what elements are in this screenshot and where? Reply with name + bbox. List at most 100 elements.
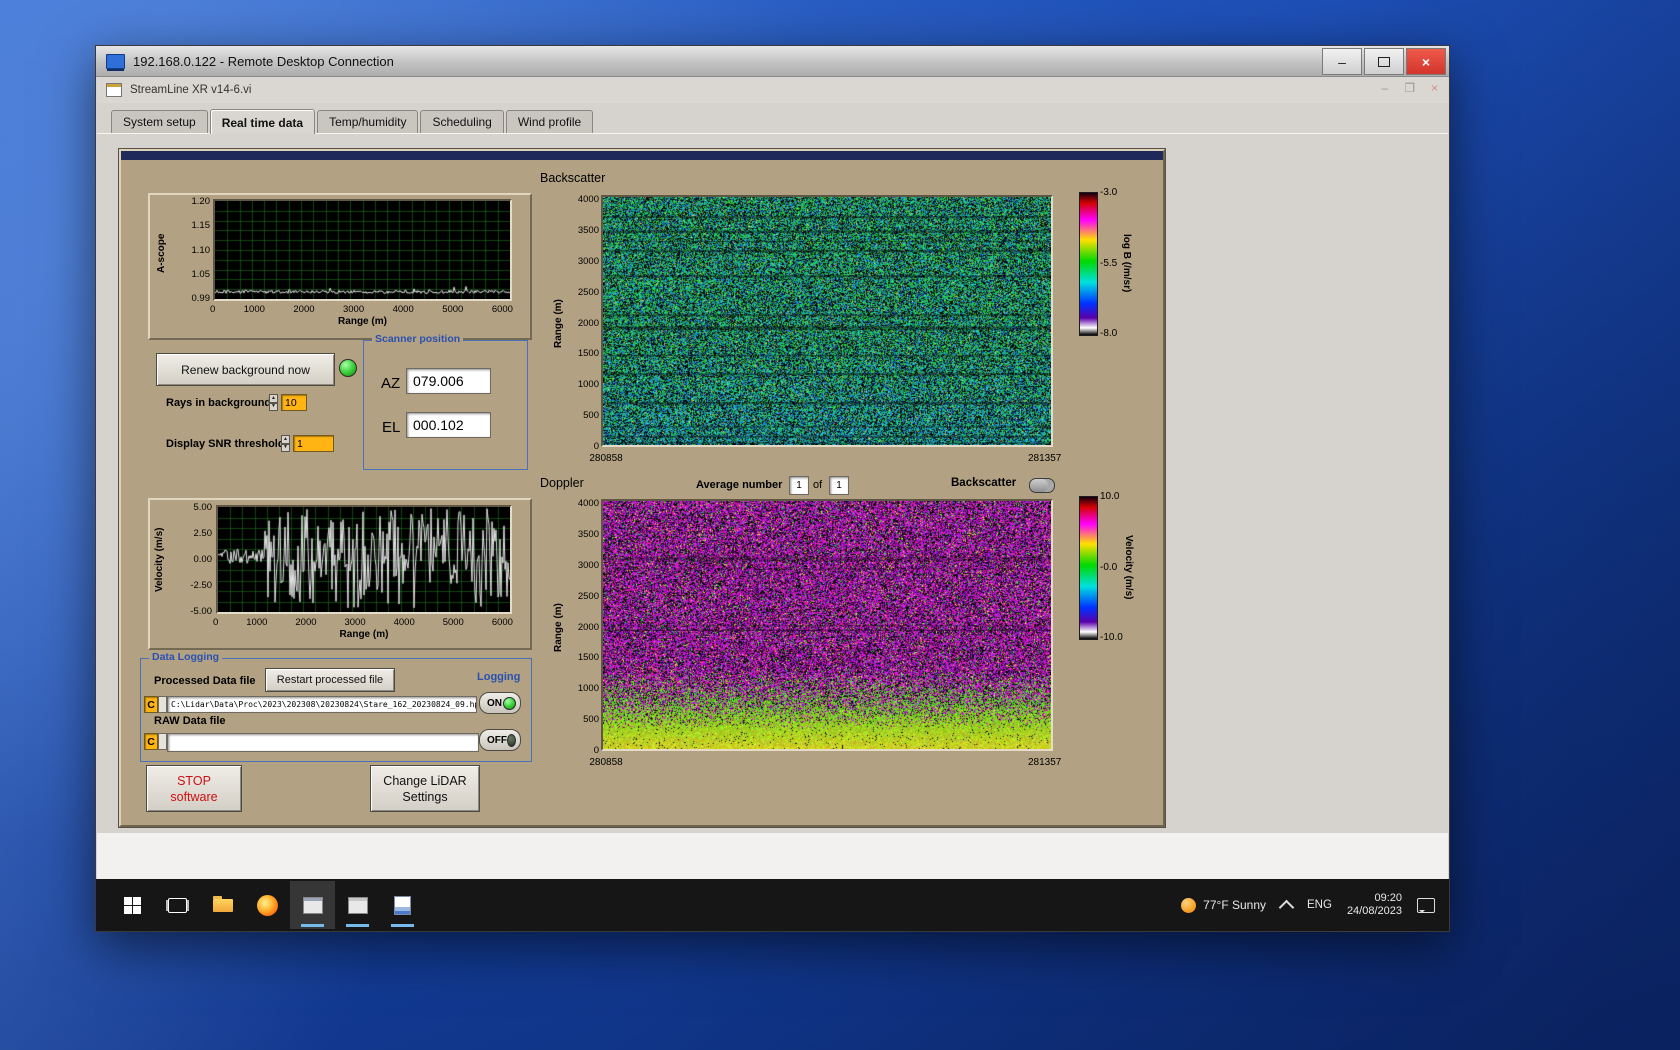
tick-label: 2000 — [578, 318, 599, 329]
stop-software-button[interactable]: STOP software — [146, 765, 242, 812]
processed-drive-selector[interactable]: C — [144, 696, 158, 713]
streamline-app-button[interactable] — [290, 881, 335, 929]
rdp-window-title: 192.168.0.122 - Remote Desktop Connectio… — [133, 54, 394, 69]
velocity-x-axis-label: Range (m) — [216, 629, 512, 640]
firefox-button[interactable] — [245, 881, 290, 929]
tick-label: 10.0 — [1100, 491, 1123, 502]
processed-logging-toggle[interactable]: ON — [479, 692, 521, 714]
el-value-field[interactable]: 000.102 — [406, 412, 491, 438]
file-explorer-button[interactable] — [200, 881, 245, 929]
scan-schedule-app-button[interactable] — [335, 881, 380, 929]
tick-label: 1500 — [578, 652, 599, 663]
backscatter-y-ticks: 40003500300025002000150010005000 — [567, 194, 599, 452]
tab-real-time-data[interactable]: Real time data — [210, 109, 315, 134]
ascope-x-axis-label: Range (m) — [213, 316, 512, 327]
chevron-up-icon[interactable] — [1279, 899, 1295, 915]
clock-date: 24/08/2023 — [1347, 905, 1402, 918]
backscatter-title: Backscatter — [540, 171, 605, 185]
tab-system-setup[interactable]: System setup — [111, 110, 208, 133]
raw-logging-toggle[interactable]: OFF — [479, 729, 521, 751]
document-app-button[interactable] — [380, 881, 425, 929]
clock[interactable]: 09:20 24/08/2023 — [1347, 892, 1402, 918]
tick-label: 0 — [594, 745, 599, 756]
tick-label: -10.0 — [1100, 632, 1123, 643]
snr-spinner[interactable]: ▲▼ — [281, 435, 290, 452]
doppler-x-ticks: 280858281357 — [601, 757, 1053, 768]
tick-label: 1000 — [578, 379, 599, 390]
change-lidar-settings-button[interactable]: Change LiDAR Settings — [370, 765, 480, 812]
tick-label: 6000 — [492, 304, 513, 315]
vi-front-panel: A-scope 1.201.151.101.050.99 01000200030… — [97, 134, 1448, 879]
raw-data-file-label: RAW Data file — [154, 715, 226, 727]
of-label: of — [813, 479, 822, 491]
app-titlebar[interactable]: StreamLine XR v14-6.vi – ❐ × — [97, 77, 1448, 104]
task-view-button[interactable] — [155, 881, 200, 929]
backscatter-toggle-label: Backscatter — [951, 477, 1016, 489]
start-button[interactable] — [110, 881, 155, 929]
tick-label: 2.50 — [194, 528, 213, 539]
app-restore-button[interactable]: ❐ — [1404, 81, 1415, 95]
scanner-position-cluster: Scanner position AZ 079.006 EL 000.102 — [363, 340, 528, 470]
backscatter-x-ticks: 280858281357 — [601, 453, 1053, 464]
rays-spinner[interactable]: ▲▼ — [269, 394, 278, 411]
tick-label: 3500 — [578, 529, 599, 540]
raw-path-field[interactable] — [167, 733, 479, 752]
tick-label: 1000 — [578, 683, 599, 694]
processed-path-field[interactable]: C:\Lidar\Data\Proc\2023\202308\20230824\… — [167, 696, 477, 713]
app-close-button[interactable]: × — [1431, 81, 1438, 95]
weather-widget[interactable]: 77°F Sunny — [1181, 898, 1266, 913]
tab-wind-profile[interactable]: Wind profile — [506, 110, 593, 133]
backscatter-plot — [601, 195, 1053, 447]
clock-time: 09:20 — [1347, 892, 1402, 905]
weather-text: 77°F Sunny — [1203, 898, 1266, 912]
task-view-icon — [168, 898, 187, 913]
logging-label: Logging — [477, 671, 520, 683]
language-indicator[interactable]: ENG — [1307, 899, 1332, 911]
tick-label: 1000 — [246, 617, 267, 628]
rays-in-background-field[interactable]: 10 — [281, 394, 307, 411]
data-logging-cluster: Data Logging Processed Data file Restart… — [140, 658, 532, 762]
average-total-field[interactable]: 1 — [829, 476, 849, 495]
tick-label: 0 — [594, 441, 599, 452]
tab-scheduling[interactable]: Scheduling — [420, 110, 503, 133]
app-window-icon — [106, 83, 122, 97]
tick-label: -5.5 — [1100, 258, 1117, 269]
ascope-y-ticks: 1.201.151.101.050.99 — [180, 196, 210, 304]
data-logging-title: Data Logging — [149, 651, 222, 663]
app-minimize-button[interactable]: – — [1382, 81, 1389, 95]
raw-drive-selector[interactable]: C — [144, 733, 158, 750]
tab-strip: System setupReal time dataTemp/humidityS… — [97, 103, 1448, 134]
tick-label: 1.15 — [192, 220, 211, 231]
tick-label: 0 — [210, 304, 215, 315]
snr-threshold-label: Display SNR threshold — [166, 438, 285, 450]
az-label: AZ — [381, 375, 400, 392]
average-number-label: Average number — [696, 479, 782, 491]
snr-threshold-field[interactable]: 1 — [293, 435, 334, 452]
maximize-button[interactable] — [1364, 48, 1404, 75]
tab-temp-humidity[interactable]: Temp/humidity — [317, 110, 418, 133]
tick-label: 2500 — [578, 591, 599, 602]
tick-label: 0.99 — [192, 293, 211, 304]
minimize-button[interactable]: – — [1322, 48, 1362, 75]
off-led — [507, 734, 516, 747]
tick-label: 2000 — [578, 622, 599, 633]
tick-label: 1.05 — [192, 269, 211, 280]
stop-line2: software — [170, 789, 217, 805]
restart-processed-file-button[interactable]: Restart processed file — [265, 668, 395, 692]
notification-icon[interactable] — [1417, 898, 1435, 913]
close-button[interactable]: × — [1406, 48, 1446, 75]
processed-data-file-label: Processed Data file — [154, 675, 256, 687]
velocity-plot — [216, 505, 512, 614]
doppler-y-axis-label: Range (m) — [553, 573, 564, 683]
renew-background-button[interactable]: Renew background now — [156, 353, 335, 386]
average-number-field[interactable]: 1 — [789, 476, 809, 495]
backscatter-toggle[interactable] — [1029, 478, 1055, 493]
tick-label: 0.00 — [194, 554, 213, 565]
weather-sun-icon — [1181, 898, 1196, 913]
main-panel: A-scope 1.201.151.101.050.99 01000200030… — [119, 149, 1165, 827]
az-value-field[interactable]: 079.006 — [406, 368, 491, 394]
raw-browse-icon[interactable] — [158, 733, 167, 750]
processed-browse-icon[interactable] — [158, 696, 167, 713]
rdp-titlebar[interactable]: 192.168.0.122 - Remote Desktop Connectio… — [96, 46, 1449, 77]
document-app-icon — [394, 896, 411, 915]
